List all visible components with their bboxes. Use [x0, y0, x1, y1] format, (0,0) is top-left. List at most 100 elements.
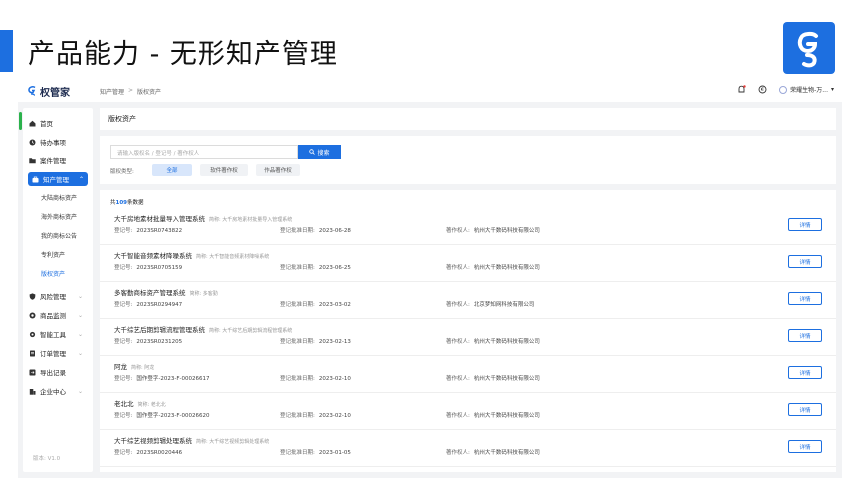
detail-button[interactable]: 详情: [788, 255, 822, 268]
filter-all[interactable]: 全部: [152, 164, 192, 176]
chevron-down-icon: ⌄: [77, 330, 83, 338]
detail-button[interactable]: 详情: [788, 292, 822, 305]
list-item: 老北北 简称: 老北北 登记号: 国作登字-2023-F-00026620 登记批准日期…: [100, 393, 836, 430]
reg-no-value: 2023SR0020446: [136, 450, 183, 456]
record-name: 老北北 简称: 老北北: [114, 398, 166, 408]
sidebar-item-home[interactable]: 首页: [29, 116, 87, 130]
user-menu[interactable]: 荣耀生物-万... ▾: [779, 85, 834, 94]
filter-label: 版权类型:: [110, 169, 134, 175]
sidebar-item-label: 企业中心: [40, 388, 66, 396]
app-logo[interactable]: 权管家: [18, 84, 98, 99]
record-title: 多客勤商标资产管理系统: [114, 289, 186, 297]
detail-button[interactable]: 详情: [788, 403, 822, 416]
date-value: 2023-02-13: [318, 339, 351, 345]
detail-button[interactable]: 详情: [788, 329, 822, 342]
date-value: 2023-06-25: [318, 265, 351, 271]
record-reg-no: 登记号: 2023SR0231205: [114, 337, 182, 345]
sidebar-item-label: 知产管理: [43, 176, 69, 184]
reg-no-value: 2023SR0231205: [136, 339, 183, 345]
sidebar-item-risk[interactable]: 风险管理 ⌄: [29, 289, 87, 303]
sidebar-item-label: 智能工具: [40, 331, 66, 339]
app-window: 权管家 知产管理 > 版权资产 荣耀生物-万... ▾ 首页 待办事项 案件管理…: [18, 80, 842, 478]
building-icon: [29, 388, 36, 395]
record-alias: 简称: 老北北: [137, 402, 166, 408]
record-alias: 简称: 大千智能音频素材降噪系统: [196, 254, 270, 260]
sidebar-item-export[interactable]: 导出记录: [29, 365, 87, 379]
sidebar-item-monitoring[interactable]: 商品监测 ⌄: [29, 308, 87, 322]
date-label: 登记批准日期:: [280, 376, 315, 382]
record-name: 大千综艺视频剪辑处理系统 简称: 大千综艺视频剪辑处理系统: [114, 435, 269, 445]
sidebar-subitem-copyright[interactable]: 版权资产: [41, 269, 65, 278]
sidebar-subitem-trademark-notice[interactable]: 我的商标公告: [41, 231, 77, 240]
gear-icon: [29, 331, 36, 337]
brand-switch-icon[interactable]: [758, 85, 767, 94]
detail-button[interactable]: 详情: [788, 218, 822, 231]
record-owner: 著作权人: 杭州大千数码科技有限公司: [446, 448, 540, 456]
record-reg-no: 登记号: 2023SR0743822: [114, 226, 182, 234]
record-owner: 著作权人: 杭州大千数码科技有限公司: [446, 374, 540, 382]
slide-accent-bar: [0, 30, 13, 72]
filter-work-copyright[interactable]: 作品著作权: [256, 164, 300, 176]
search-input[interactable]: 请输入版权名 / 登记号 / 著作权人: [110, 145, 298, 159]
sidebar-item-enterprise[interactable]: 企业中心 ⌄: [29, 384, 87, 398]
reg-no-label: 登记号:: [114, 228, 133, 234]
reg-no-value: 国作登字-2023-F-00026617: [136, 376, 210, 382]
shield-icon: [29, 292, 36, 300]
reg-no-label: 登记号:: [114, 413, 133, 419]
date-value: 2023-01-05: [318, 450, 351, 456]
sidebar-item-ip-management[interactable]: 知产管理 ⌃: [28, 172, 88, 186]
record-owner: 著作权人: 杭州大千数码科技有限公司: [446, 337, 540, 345]
owner-value: 杭州大千数码科技有限公司: [473, 376, 540, 382]
date-label: 登记批准日期:: [280, 450, 315, 456]
record-date: 登记批准日期: 2023-06-28: [280, 226, 351, 234]
bag-icon: [32, 176, 39, 182]
breadcrumb-item[interactable]: 知产管理: [100, 87, 124, 96]
search-button-label: 搜索: [317, 149, 330, 157]
app-logo-icon: [28, 86, 36, 96]
page-title: 版权资产: [100, 108, 836, 130]
owner-label: 著作权人:: [446, 450, 470, 456]
version-label: 版本: V1.0: [33, 456, 61, 462]
order-icon: [30, 350, 35, 356]
record-owner: 著作权人: 北京梦知网科技有限公司: [446, 300, 534, 308]
list-item: 大千房地素材批量导入管理系统 简称: 大千房地素材批量导入管理系统 登记号: 2023…: [100, 208, 836, 245]
detail-button[interactable]: 详情: [788, 366, 822, 379]
breadcrumb-separator: >: [128, 86, 134, 94]
search-button[interactable]: 搜索: [298, 145, 341, 159]
owner-label: 著作权人:: [446, 228, 470, 234]
bell-icon[interactable]: [737, 85, 746, 94]
record-title: 阿龙: [114, 363, 127, 371]
sidebar-subitem-domestic-trademark[interactable]: 大陆商标资产: [41, 193, 77, 202]
sidebar-subitem-patent[interactable]: 专利资产: [41, 250, 65, 259]
reg-no-value: 2023SR0743822: [136, 228, 183, 234]
main-content: 版权资产 请输入版权名 / 登记号 / 著作权人 搜索 版权类型: 全部 软件著…: [100, 108, 836, 472]
filter-software-copyright[interactable]: 软件著作权: [200, 164, 248, 176]
reg-no-value: 2023SR0294947: [136, 302, 183, 308]
sidebar-item-orders[interactable]: 订单管理 ⌄: [29, 346, 87, 360]
export-icon: [29, 369, 36, 375]
record-date: 登记批准日期: 2023-01-05: [280, 448, 351, 456]
date-label: 登记批准日期:: [280, 228, 315, 234]
sidebar-subitem-overseas-trademark[interactable]: 海外商标资产: [41, 212, 77, 221]
detail-button[interactable]: 详情: [788, 440, 822, 453]
owner-value: 北京梦知网科技有限公司: [473, 302, 535, 308]
sidebar-item-cases[interactable]: 案件管理: [29, 153, 87, 167]
record-name: 大千房地素材批量导入管理系统 简称: 大千房地素材批量导入管理系统: [114, 213, 292, 223]
chevron-down-icon: ⌄: [77, 349, 83, 357]
list-item: 大千综艺视频剪辑处理系统 简称: 大千综艺视频剪辑处理系统 登记号: 2023SR00…: [100, 430, 836, 467]
sidebar-item-label: 商品监测: [40, 312, 66, 320]
record-date: 登记批准日期: 2023-06-25: [280, 263, 351, 271]
record-name: 大千智能音频素材降噪系统 简称: 大千智能音频素材降噪系统: [114, 250, 269, 260]
sidebar-item-tools[interactable]: 智能工具 ⌄: [29, 327, 87, 341]
record-title: 大千房地素材批量导入管理系统: [114, 215, 205, 223]
record-date: 登记批准日期: 2023-02-10: [280, 411, 351, 419]
record-reg-no: 登记号: 2023SR0020446: [114, 448, 182, 456]
sidebar-item-todo[interactable]: 待办事项: [29, 135, 87, 149]
brand-logo-icon: [783, 22, 835, 74]
record-title: 大千综艺视频剪辑处理系统: [114, 437, 192, 445]
owner-label: 著作权人:: [446, 265, 470, 271]
clock-icon: [29, 139, 36, 145]
sidebar-item-label: 订单管理: [40, 350, 66, 358]
avatar: [779, 85, 788, 94]
user-name: 荣耀生物-万...: [790, 87, 828, 94]
